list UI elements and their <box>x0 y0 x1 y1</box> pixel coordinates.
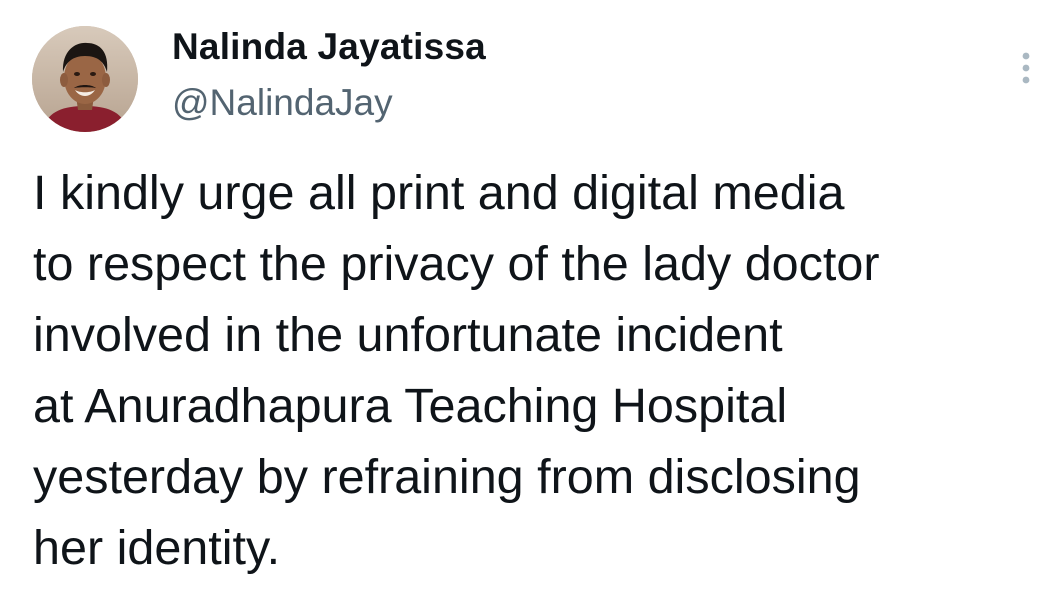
more-options-button[interactable] <box>1008 46 1043 90</box>
more-vertical-icon <box>1022 52 1030 84</box>
profile-photo-icon <box>32 26 138 132</box>
tweet-text-line: yesterday by refraining from disclosing <box>33 450 861 504</box>
tweet-card: Nalinda Jayatissa @NalindaJay I kindly u… <box>0 0 1043 590</box>
tweet-text-line: at Anuradhapura Teaching Hospital <box>33 379 788 433</box>
tweet-text: I kindly urge all print and digital medi… <box>33 158 1038 584</box>
tweet-text-line: her identity. <box>33 521 281 575</box>
tweet-text-line: to respect the privacy of the lady docto… <box>33 237 880 291</box>
avatar[interactable] <box>32 26 138 132</box>
tweet-text-line: involved in the unfortunate incident <box>33 308 783 362</box>
author-display-name[interactable]: Nalinda Jayatissa <box>172 24 486 70</box>
author-handle[interactable]: @NalindaJay <box>172 80 393 126</box>
tweet-text-line: I kindly urge all print and digital medi… <box>33 166 845 220</box>
